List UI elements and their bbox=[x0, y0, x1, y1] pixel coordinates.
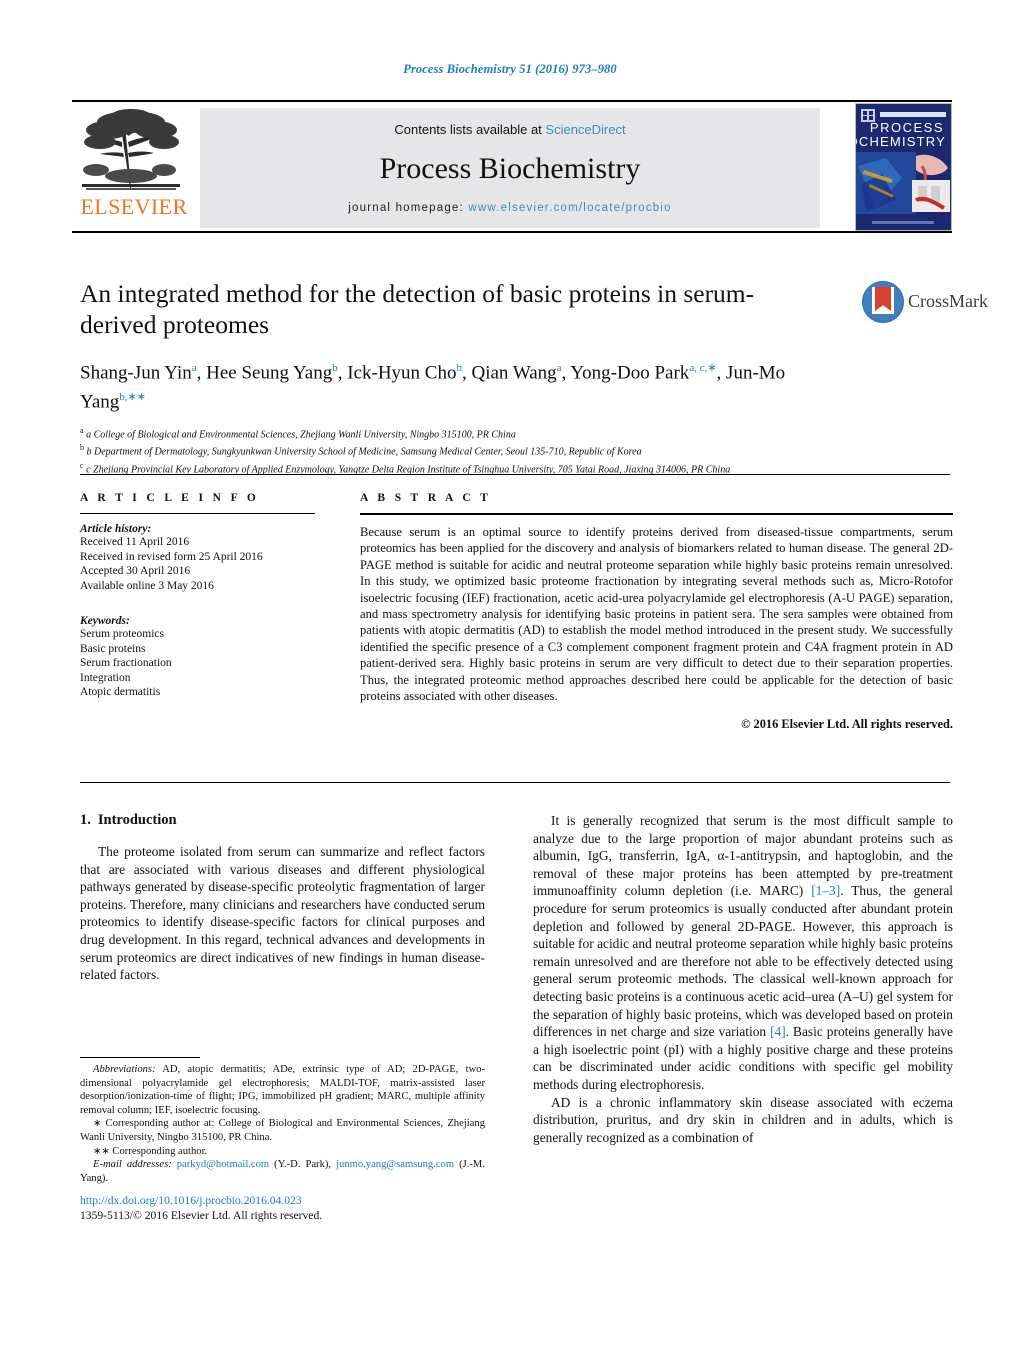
corresponding-mark-2: ∗∗ bbox=[93, 1145, 110, 1157]
affiliation-b-text: b Department of Dermatology, Sungkyunkwa… bbox=[86, 446, 642, 458]
article-info-heading: A R T I C L E I N F O bbox=[80, 492, 260, 504]
body-column-right: It is generally recognized that serum is… bbox=[533, 812, 953, 1146]
contents-prefix: Contents lists available at bbox=[394, 122, 546, 137]
cover-artwork-icon: PROCESS BIOCHEMISTRY bbox=[856, 104, 951, 230]
footnote-block: Abbreviations: AD, atopic dermatitis; AD… bbox=[80, 1063, 485, 1185]
abstract-column: A B S T R A C T Because serum is an opti… bbox=[360, 492, 953, 732]
article-history-received: Received 11 April 2016 bbox=[80, 536, 190, 548]
crossmark-badge[interactable]: CrossMark bbox=[862, 281, 988, 323]
article-history-revised: Received in revised form 25 April 2016 bbox=[80, 550, 263, 563]
abstract-heading: A B S T R A C T bbox=[360, 492, 492, 504]
article-history-online: Available online 3 May 2016 bbox=[80, 579, 214, 592]
keywords-label: Keywords: bbox=[80, 615, 130, 627]
journal-cover-thumbnail: PROCESS BIOCHEMISTRY bbox=[855, 103, 952, 231]
copyright-line: © 2016 Elsevier Ltd. All rights reserved… bbox=[741, 717, 953, 732]
citation-1-3[interactable]: [1–3] bbox=[811, 883, 840, 898]
corresponding-text-2: Corresponding author. bbox=[109, 1145, 208, 1157]
title-block: An integrated method for the detection o… bbox=[80, 278, 988, 477]
svg-text:BIOCHEMISTRY: BIOCHEMISTRY bbox=[856, 134, 946, 149]
abstract-text: Because serum is an optimal source to id… bbox=[360, 525, 953, 704]
doi-block: http://dx.doi.org/10.1016/j.procbio.2016… bbox=[80, 1193, 500, 1223]
masthead-bottom-rule bbox=[72, 231, 952, 233]
masthead-top-rule bbox=[72, 100, 952, 102]
affiliation-list: a a College of Biological and Environmen… bbox=[80, 424, 960, 477]
running-head: Process Biochemistry 51 (2016) 973–980 bbox=[403, 62, 617, 76]
homepage-url-link[interactable]: www.elsevier.com/locate/procbio bbox=[468, 202, 671, 214]
svg-text:PROCESS: PROCESS bbox=[870, 120, 944, 135]
corresponding-author-2: ∗∗ Corresponding author. bbox=[80, 1145, 485, 1159]
introduction-paragraph-right-1: It is generally recognized that serum is… bbox=[533, 812, 953, 1094]
affiliation-b: b b Department of Dermatology, Sungkyunk… bbox=[80, 443, 642, 458]
introduction-paragraph-left: The proteome isolated from serum can sum… bbox=[80, 844, 485, 983]
doi-link[interactable]: http://dx.doi.org/10.1016/j.procbio.2016… bbox=[80, 1193, 500, 1208]
affiliation-a-text: a College of Biological and Environmenta… bbox=[86, 428, 516, 440]
citation-4[interactable]: [4] bbox=[770, 1024, 786, 1039]
journal-article-page: Process Biochemistry 51 (2016) 973–980 E… bbox=[0, 0, 1020, 1351]
journal-title: Process Biochemistry bbox=[379, 152, 641, 185]
crossmark-circle-icon bbox=[862, 281, 904, 323]
info-bottom-rule bbox=[80, 782, 950, 783]
keyword-item: Basic proteins bbox=[80, 642, 146, 655]
introduction-paragraph-right-2: AD is a chronic inflammatory skin diseas… bbox=[533, 1094, 953, 1145]
keyword-item: Atopic dermatitis bbox=[80, 686, 161, 698]
crossmark-label: CrossMark bbox=[908, 291, 988, 311]
article-info-column: A R T I C L E I N F O Article history: R… bbox=[80, 492, 315, 700]
journal-homepage-line: journal homepage: www.elsevier.com/locat… bbox=[200, 202, 820, 214]
introduction-title: Introduction bbox=[97, 812, 177, 828]
corresponding-text-1: Corresponding author at: College of Biol… bbox=[80, 1118, 485, 1143]
introduction-heading: 1. Introduction bbox=[80, 812, 485, 829]
intro-right-part-b: . Thus, the general procedure for serum … bbox=[533, 883, 953, 1040]
elsevier-tree-icon bbox=[82, 109, 180, 190]
abbreviations-label: Abbreviations: bbox=[93, 1064, 156, 1075]
article-history-accepted: Accepted 30 April 2016 bbox=[80, 565, 191, 577]
email-link-2[interactable]: junmo.yang@samsung.com bbox=[336, 1159, 454, 1170]
abstract-rule bbox=[360, 513, 953, 515]
keyword-item: Serum fractionation bbox=[80, 657, 172, 669]
affiliation-a: a a College of Biological and Environmen… bbox=[80, 425, 516, 440]
body-column-left: 1. Introduction The proteome isolated fro… bbox=[80, 812, 485, 984]
sciencedirect-link[interactable]: ScienceDirect bbox=[545, 122, 625, 137]
corresponding-author-1: ∗ Corresponding author at: College of Bi… bbox=[80, 1117, 485, 1144]
contents-available-line: Contents lists available at ScienceDirec… bbox=[200, 122, 820, 137]
homepage-prefix: journal homepage: bbox=[348, 202, 469, 214]
info-top-rule bbox=[80, 474, 950, 475]
keywords-block: Keywords: Serum proteomics Basic protein… bbox=[80, 615, 315, 700]
introduction-number: 1. bbox=[80, 812, 91, 828]
article-history-label: Article history: bbox=[80, 523, 152, 535]
keyword-item: Serum proteomics bbox=[80, 628, 164, 640]
elsevier-wordmark: ELSEVIER bbox=[80, 194, 188, 219]
email-label: E-mail addresses: bbox=[93, 1159, 172, 1171]
email-owner-1: (Y.-D. Park), bbox=[269, 1159, 337, 1171]
abbreviations-footnote: Abbreviations: AD, atopic dermatitis; AD… bbox=[80, 1063, 485, 1117]
issn-copyright-line: 1359-5113/© 2016 Elsevier Ltd. All right… bbox=[80, 1209, 323, 1222]
email-link-1[interactable]: parkyd@hotmail.com bbox=[177, 1159, 269, 1170]
article-title: An integrated method for the detection o… bbox=[80, 279, 755, 339]
elsevier-logo: ELSEVIER bbox=[74, 108, 192, 226]
journal-masthead: ELSEVIER Contents lists available at Sci… bbox=[72, 100, 952, 233]
author-list: Shang-Jun Yina, Hee Seung Yangb, Ick-Hyu… bbox=[80, 362, 786, 413]
journal-header-band: Contents lists available at ScienceDirec… bbox=[200, 108, 820, 228]
article-info-rule bbox=[80, 513, 315, 514]
email-footnote: E-mail addresses: parkyd@hotmail.com (Y.… bbox=[80, 1158, 485, 1185]
keyword-item: Integration bbox=[80, 671, 131, 684]
footnote-divider bbox=[80, 1057, 200, 1058]
